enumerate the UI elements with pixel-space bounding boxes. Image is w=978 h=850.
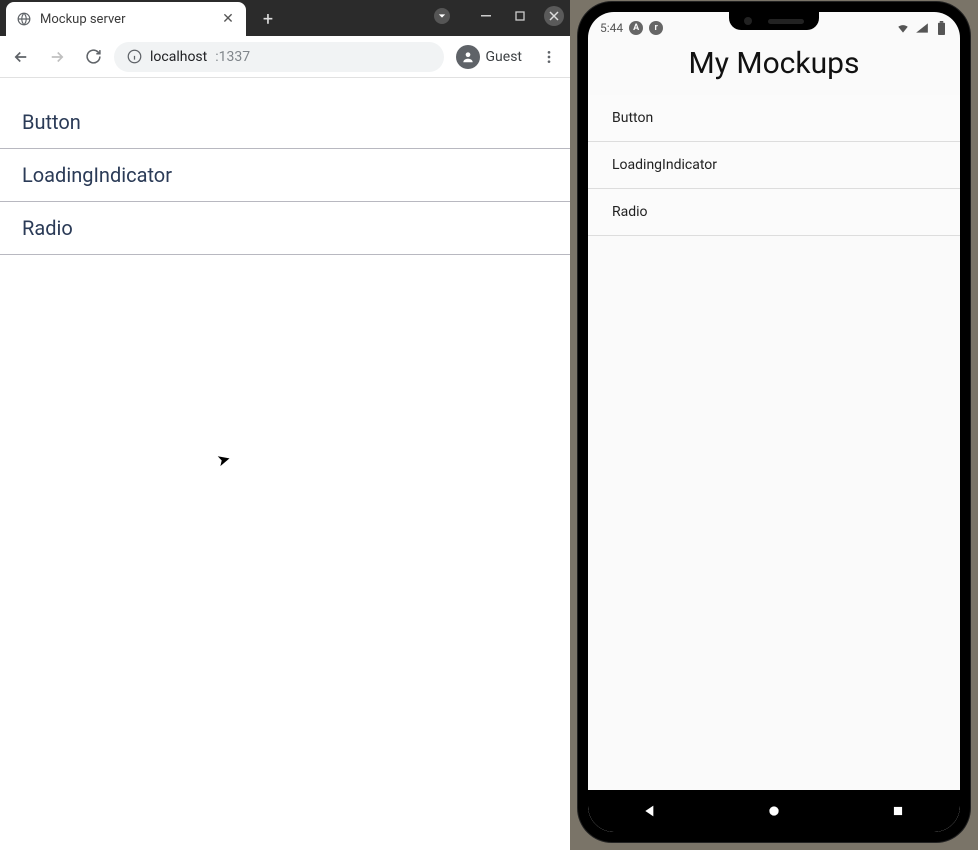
browser-toolbar: localhost :1337 Guest (0, 36, 570, 78)
status-app-icon: A (629, 21, 643, 35)
list-item[interactable]: Radio (588, 189, 960, 236)
info-icon (126, 49, 142, 65)
app-mockup-list: Button LoadingIndicator Radio (588, 95, 960, 236)
list-item[interactable]: LoadingIndicator (0, 149, 570, 202)
phone-screen: 5:44 A r My Mockups (588, 12, 960, 832)
phone-backdrop: 5:44 A r My Mockups (570, 0, 978, 850)
list-item-label: Button (612, 110, 653, 126)
address-bar[interactable]: localhost :1337 (114, 42, 444, 72)
list-item-label: Radio (22, 216, 73, 240)
menu-button[interactable] (534, 42, 564, 72)
page-content: Button LoadingIndicator Radio (0, 78, 570, 850)
status-time: 5:44 (600, 21, 623, 35)
close-window-button[interactable] (544, 6, 564, 26)
reload-button[interactable] (78, 42, 108, 72)
list-item[interactable]: Radio (0, 202, 570, 255)
phone-notch (729, 12, 819, 30)
avatar-icon (456, 45, 480, 69)
phone-frame: 5:44 A r My Mockups (578, 2, 970, 842)
home-nav-button[interactable] (754, 791, 794, 831)
browser-window: Mockup server ✕ + (0, 0, 570, 850)
list-item[interactable]: Button (588, 95, 960, 142)
mockup-list: Button LoadingIndicator Radio (0, 96, 570, 255)
browser-tab[interactable]: Mockup server ✕ (6, 2, 246, 36)
maximize-window-button[interactable] (510, 6, 530, 26)
battery-icon (934, 21, 948, 35)
forward-button[interactable] (42, 42, 72, 72)
close-tab-icon[interactable]: ✕ (220, 11, 236, 27)
back-nav-button[interactable] (630, 791, 670, 831)
wifi-icon (896, 21, 910, 35)
list-item-label: LoadingIndicator (612, 157, 717, 173)
tab-title: Mockup server (40, 12, 212, 27)
list-item-label: Radio (612, 204, 648, 220)
status-app-icon: r (649, 21, 663, 35)
url-port: :1337 (215, 49, 250, 65)
recent-nav-button[interactable] (878, 791, 918, 831)
globe-icon (16, 11, 32, 27)
profile-chip[interactable]: Guest (450, 42, 528, 72)
new-tab-button[interactable]: + (254, 5, 282, 33)
list-item[interactable]: LoadingIndicator (588, 142, 960, 189)
list-item[interactable]: Button (0, 96, 570, 149)
tab-strip: Mockup server ✕ + (0, 0, 570, 36)
back-button[interactable] (6, 42, 36, 72)
list-item-label: LoadingIndicator (22, 163, 172, 187)
url-host: localhost (150, 49, 207, 65)
chevron-down-icon[interactable] (434, 8, 450, 24)
signal-icon (915, 21, 929, 35)
list-item-label: Button (22, 110, 81, 134)
window-controls (434, 6, 564, 26)
minimize-window-button[interactable] (476, 6, 496, 26)
android-nav-bar (588, 790, 960, 832)
app-title: My Mockups (588, 40, 960, 95)
profile-label: Guest (486, 49, 522, 65)
